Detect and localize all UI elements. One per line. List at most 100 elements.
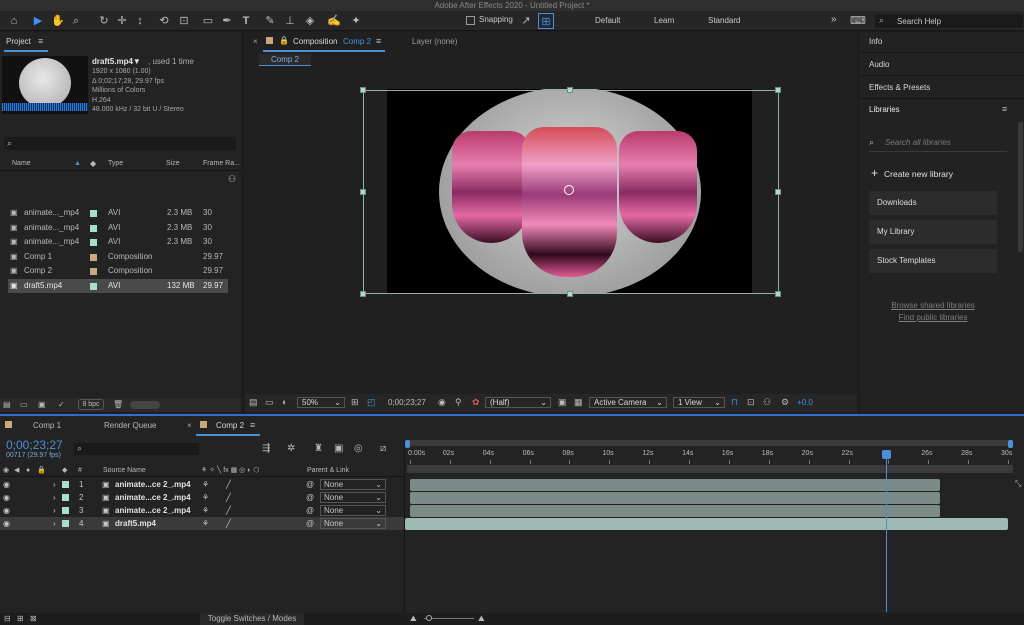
- comp-timecode[interactable]: 0;00;23;27: [388, 398, 426, 407]
- shy-layers-icon[interactable]: ♜: [314, 443, 323, 454]
- audio-panel-header[interactable]: Audio: [869, 60, 889, 69]
- parent-dropdown[interactable]: None ⌄: [320, 492, 386, 503]
- layer-panel-tab[interactable]: Layer (none): [412, 37, 457, 46]
- transform-handle-t[interactable]: [567, 87, 573, 93]
- layer-label-swatch[interactable]: [62, 494, 69, 501]
- expand-chevron-icon[interactable]: ›: [53, 491, 56, 504]
- playhead-handle[interactable]: [882, 450, 892, 459]
- timeline-layer-row[interactable]: ◉ › 4 ▣ draft5.mp4 ⚘ ╱ @ None ⌄: [0, 517, 404, 530]
- shy-switch-icon[interactable]: ⚘: [202, 504, 209, 517]
- expand-chevron-icon[interactable]: ›: [53, 478, 56, 491]
- layer-source-name[interactable]: draft5.mp4: [115, 517, 156, 530]
- eye-icon[interactable]: ◉: [3, 491, 10, 504]
- pen-tool-icon[interactable]: ✒: [219, 13, 235, 29]
- parent-dropdown[interactable]: None ⌄: [320, 505, 386, 516]
- workspace-standard[interactable]: Standard: [708, 16, 740, 25]
- layer-switches-pane-icon[interactable]: ⊟: [4, 614, 11, 623]
- parent-dropdown[interactable]: None ⌄: [320, 518, 386, 529]
- layer-duration-bar[interactable]: [405, 518, 1008, 530]
- project-settings-icon[interactable]: ✓: [58, 400, 65, 409]
- eraser-tool-icon[interactable]: ◈: [302, 13, 318, 29]
- snap-icon[interactable]: ↗: [518, 13, 534, 29]
- reset-exposure-icon[interactable]: ⚙: [781, 397, 789, 408]
- composition-tab-comp-name[interactable]: Comp 2: [343, 37, 371, 46]
- quality-switch-icon[interactable]: ╱: [226, 504, 231, 517]
- lock-icon[interactable]: 🔒: [279, 36, 289, 45]
- toggle-switches-modes-button[interactable]: Toggle Switches / Modes: [200, 613, 304, 625]
- resolution-dropdown[interactable]: (Half) ⌄: [485, 397, 551, 408]
- modes-pane-icon[interactable]: ⊞: [17, 614, 24, 623]
- project-panel-menu-icon[interactable]: ≡: [38, 36, 43, 46]
- project-item[interactable]: ▣ Comp 2 Composition 29.97: [8, 264, 228, 278]
- preview-icon[interactable]: ▤: [249, 397, 258, 408]
- layer-duration-bar[interactable]: [410, 479, 941, 491]
- browse-shared-libraries-link[interactable]: Browse shared libraries: [858, 301, 1008, 310]
- project-panel-title[interactable]: Project: [6, 37, 31, 46]
- eye-icon[interactable]: ◉: [3, 504, 10, 517]
- layer-label-swatch[interactable]: [62, 481, 69, 488]
- orbit-tool-icon[interactable]: ⟲: [156, 13, 172, 29]
- flowchart-icon[interactable]: ⚇: [228, 174, 236, 185]
- zoom-in-icon[interactable]: ⛰: [478, 614, 485, 624]
- transparency-grid-icon[interactable]: ▦: [574, 397, 583, 408]
- column-type[interactable]: Type: [108, 160, 123, 167]
- layer-duration-bar[interactable]: [410, 505, 941, 517]
- workspace-learn[interactable]: Learn: [654, 16, 674, 25]
- layer-source-name[interactable]: animate...ce 2_.mp4: [115, 504, 191, 517]
- column-size[interactable]: Size: [166, 160, 180, 167]
- audio-switch-icon[interactable]: ◀: [14, 465, 19, 477]
- timeline-search-input[interactable]: ⌕: [74, 443, 199, 455]
- effects-presets-panel-header[interactable]: Effects & Presets: [869, 83, 930, 92]
- work-area-end-handle[interactable]: [1008, 440, 1013, 448]
- thumbnail-transparency-toggle[interactable]: [130, 401, 160, 409]
- layer-label-swatch[interactable]: [62, 507, 69, 514]
- project-item[interactable]: ▣ draft5.mp4 AVI 132 MB 29.97: [8, 278, 228, 293]
- eye-icon[interactable]: ◉: [3, 517, 10, 530]
- column-source-name[interactable]: Source Name: [103, 465, 146, 477]
- more-workspaces-button[interactable]: »: [831, 14, 837, 25]
- roto-brush-tool-icon[interactable]: ✍: [326, 13, 342, 29]
- project-item[interactable]: ▣ animate..._mp4 AVI 2.3 MB 30: [8, 221, 228, 235]
- timeline-layer-row[interactable]: ◉ › 1 ▣ animate...ce 2_.mp4 ⚘ ╱ @ None ⌄: [0, 478, 404, 491]
- pickwhip-icon[interactable]: @: [306, 491, 314, 504]
- toggle-pixel-aspect-icon[interactable]: ⊓: [731, 397, 738, 408]
- brush-tool-icon[interactable]: ✎: [262, 13, 278, 29]
- column-parent-link[interactable]: Parent & Link: [307, 465, 349, 477]
- bit-depth-button[interactable]: 8 bpc: [78, 399, 104, 410]
- tab-render-queue[interactable]: Render Queue: [104, 421, 156, 430]
- transform-handle-tl[interactable]: [360, 87, 366, 93]
- shy-switch-icon[interactable]: ⚘: [202, 517, 209, 530]
- layer-label-swatch[interactable]: [62, 520, 69, 527]
- expand-chevron-icon[interactable]: ›: [53, 504, 56, 517]
- workspace-default[interactable]: Default: [595, 16, 620, 25]
- close-icon[interactable]: ×: [187, 421, 192, 430]
- interpret-footage-icon[interactable]: ▤: [3, 400, 11, 409]
- type-tool-icon[interactable]: T: [238, 13, 254, 29]
- quality-switch-icon[interactable]: ╱: [226, 491, 231, 504]
- fast-previews-icon[interactable]: ▣: [558, 397, 567, 408]
- label-tag-icon[interactable]: ◆: [90, 159, 96, 168]
- library-my-library[interactable]: My Library: [869, 220, 997, 244]
- libraries-menu-icon[interactable]: ≡: [1002, 104, 1007, 114]
- snapping-checkbox[interactable]: [466, 16, 475, 25]
- mask-visibility-icon[interactable]: ◐: [282, 397, 287, 407]
- tab-comp-1[interactable]: Comp 1: [33, 421, 61, 430]
- work-area-bar[interactable]: [407, 440, 1011, 446]
- clone-stamp-tool-icon[interactable]: ⊥: [282, 13, 298, 29]
- transform-handle-r[interactable]: [775, 189, 781, 195]
- comp-mini-flowchart-icon[interactable]: ⇶: [262, 443, 270, 454]
- comp-breadcrumb[interactable]: Comp 2: [259, 54, 311, 66]
- pickwhip-icon[interactable]: @: [306, 504, 314, 517]
- composition-panel-menu-icon[interactable]: ≡: [376, 36, 381, 46]
- monitor-icon[interactable]: ▭: [265, 397, 274, 408]
- timeline-menu-icon[interactable]: ≡: [250, 420, 255, 430]
- composition-tab-label[interactable]: Composition: [293, 37, 337, 46]
- home-icon[interactable]: ⌂: [6, 13, 22, 29]
- hand-tool-icon[interactable]: ✋: [50, 13, 66, 29]
- column-name[interactable]: Name: [12, 160, 31, 167]
- rectangle-tool-icon[interactable]: ▭: [200, 13, 216, 29]
- work-area-start-handle[interactable]: [405, 440, 410, 448]
- layer-switches-icons[interactable]: ⚘ ✧ ╲ fx ▦ ◎ ◐ ⬡: [201, 465, 259, 477]
- project-item[interactable]: ▣ animate..._mp4 AVI 2.3 MB 30: [8, 235, 228, 249]
- libraries-panel-header[interactable]: Libraries: [869, 105, 900, 114]
